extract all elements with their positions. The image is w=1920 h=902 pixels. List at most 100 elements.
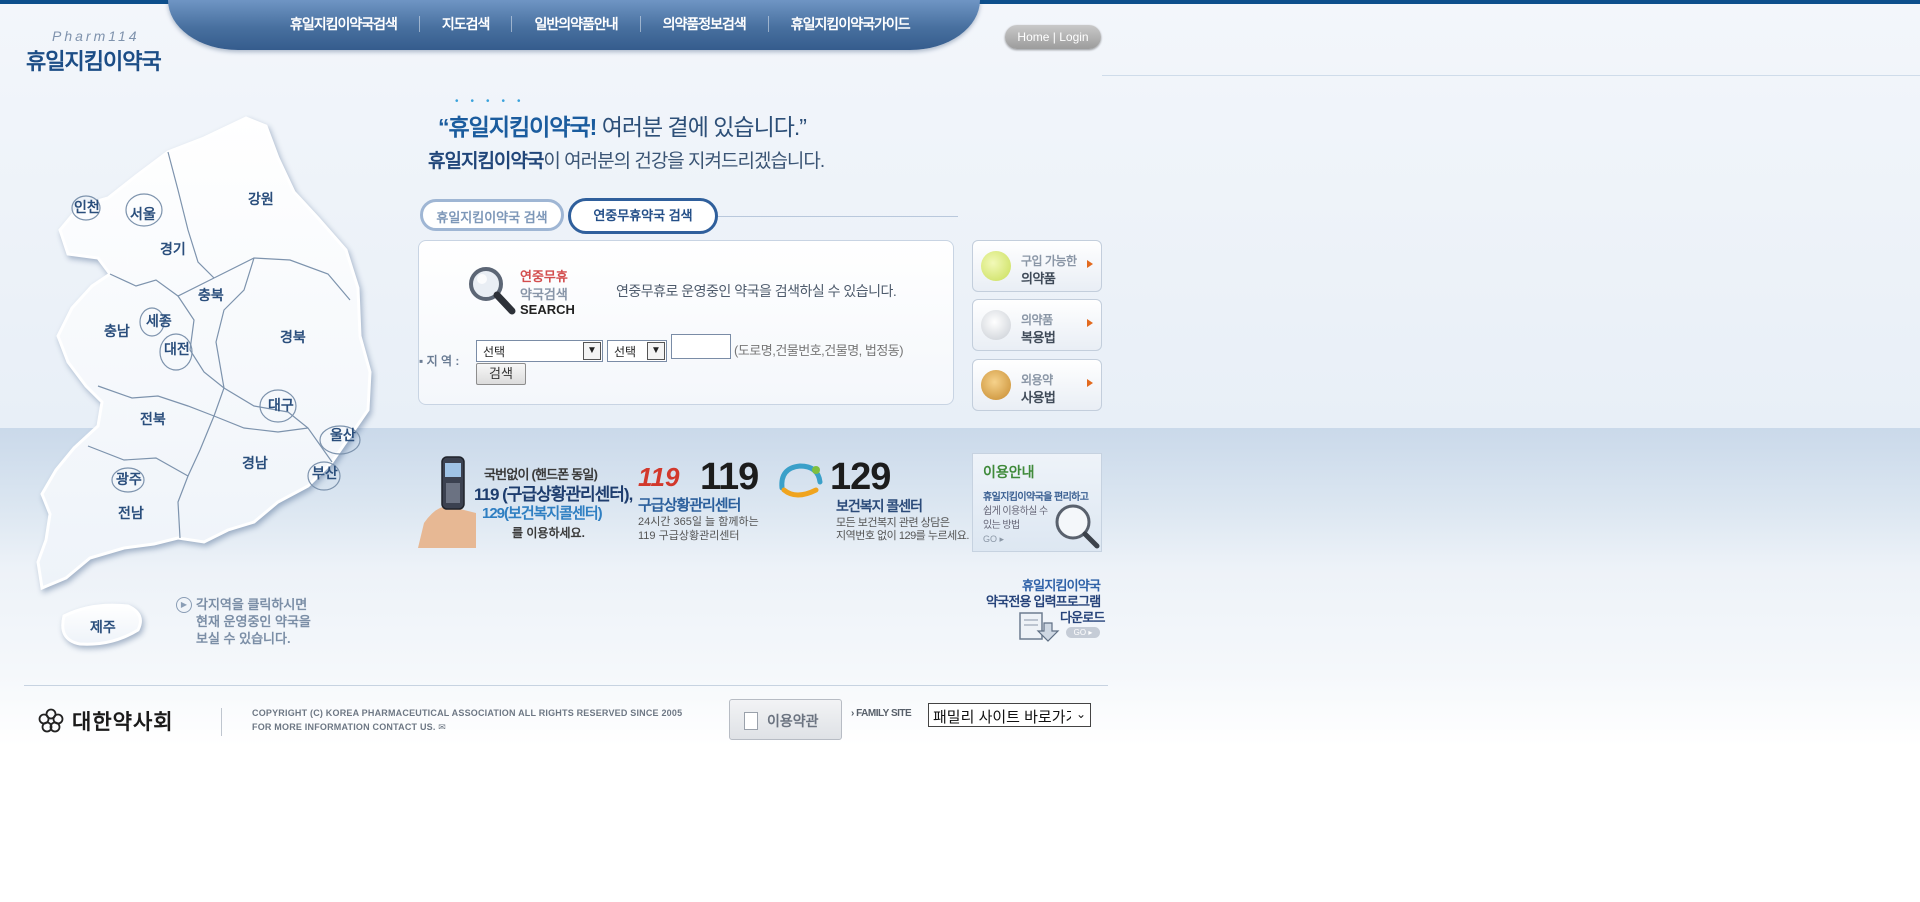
nav-item-drug-info-search[interactable]: 의약품정보검색: [641, 14, 768, 34]
headline-main: “휴일지킴이약국! 여러분 곁에 있습니다.”: [438, 108, 807, 142]
side-menu-line1: 의약품: [1021, 313, 1053, 327]
nav-item-map-search[interactable]: 지도검색: [420, 14, 512, 34]
usage-guide-line3: 있는 방법: [983, 520, 1020, 531]
welfare-129-sub2: 지역번호 없이 129를 누르세요.: [836, 530, 969, 542]
headline-sub-rest: 이 여러분의 건강을 지켜드리겠습니다.: [543, 151, 825, 172]
logo-129: [779, 463, 823, 498]
site-logo[interactable]: 휴일지킴이약국: [26, 44, 162, 76]
welfare-129-number[interactable]: 129: [830, 456, 891, 499]
header-divider: [1102, 75, 1920, 76]
headline-dots: •••••: [455, 96, 533, 107]
magnifier-icon: [1055, 504, 1100, 549]
tab-year-round-pharmacy-search[interactable]: 연중무휴약국 검색: [568, 198, 718, 234]
region-ulsan[interactable]: 울산: [330, 427, 356, 443]
region-seoul[interactable]: 서울: [130, 206, 156, 222]
region-busan[interactable]: 부산: [312, 465, 338, 481]
main-nav: 휴일지킴이약국검색 지도검색 일반의약품안내 의약품정보검색 휴일지킴이약국가이…: [168, 0, 980, 50]
region-gyeongnam[interactable]: 경남: [242, 455, 268, 471]
emergency-119-title: 구급상황관리센터: [638, 497, 741, 514]
region-gangwon[interactable]: 강원: [248, 191, 274, 207]
korea-region-map: 인천 서울 경기 강원 충북 충남 세종 대전 경북 대구 전북 울산 경남 부…: [36, 116, 372, 646]
headline-sub: 휴일지킴이약국이 여러분의 건강을 지켜드리겠습니다.: [428, 146, 825, 173]
side-menu-line1: 구입 가능한: [1021, 254, 1077, 268]
terms-button[interactable]: 이용약관: [729, 699, 842, 740]
family-site-label: › FAMILY SITE: [851, 708, 912, 719]
headline-brand: “휴일지킴이약국: [438, 114, 591, 140]
province-select-value: 선택: [483, 345, 506, 359]
external-medicine-guide-button[interactable]: 외용약 사용법: [972, 359, 1102, 411]
search-keyword-2: 약국검색: [520, 287, 568, 302]
tab-holiday-pharmacy-search[interactable]: 휴일지킴이약국 검색: [420, 199, 564, 231]
welfare-129-title: 보건복지 콜센터: [836, 498, 923, 514]
search-button[interactable]: 검색: [476, 363, 526, 385]
footer-divider: [24, 685, 1108, 686]
region-label: ▪ 지 역 :: [419, 354, 460, 368]
region-incheon[interactable]: 인천: [74, 199, 100, 215]
copyright-line1: COPYRIGHT (C) KOREA PHARMACEUTICAL ASSOC…: [252, 708, 683, 718]
usage-guide-title: 이용안내: [983, 464, 1035, 480]
kpa-name: 대한약사회: [72, 711, 174, 734]
chevron-down-icon: ⌄: [1075, 707, 1086, 721]
magnifier-icon: [469, 267, 516, 315]
map-hint-text: 각지역을 클릭하시면 현재 운영중인 약국을 보실 수 있습니다.: [196, 596, 336, 647]
ointment-icon: [981, 370, 1011, 400]
emergency-119-number[interactable]: 119: [700, 456, 759, 499]
mainland-outline: [36, 116, 372, 591]
tab-underline: [718, 216, 958, 217]
nav-item-otc-drug-info[interactable]: 일반의약품안내: [512, 14, 639, 34]
logo-119: 119: [638, 462, 680, 492]
address-search-input[interactable]: [671, 334, 731, 359]
headline-rest: 여러분 곁에 있습니다.”: [601, 114, 807, 140]
nav-item-pharmacy-guide[interactable]: 휴일지킴이약국가이드: [769, 14, 932, 34]
flower-icon: [38, 708, 64, 733]
chevron-down-icon: ▼: [583, 342, 601, 360]
logo-subtitle: Pharm114: [52, 28, 140, 44]
emergency-banner-line3: 129(보건복지콜센터): [482, 505, 603, 522]
arrow-right-icon: [1087, 319, 1093, 327]
mortar-icon: [981, 310, 1011, 340]
download-go-button[interactable]: GO ▸: [1066, 627, 1100, 638]
family-site-select-value: 패밀리 사이트 바로가기: [933, 709, 1071, 726]
side-menu-line2: 의약품: [1021, 271, 1056, 286]
nav-items: 휴일지킴이약국검색 지도검색 일반의약품안내 의약품정보검색 휴일지킴이약국가이…: [268, 14, 932, 34]
side-menu-line1: 외용약: [1021, 373, 1053, 387]
emergency-banner-line4: 를 이용하세요.: [512, 526, 585, 540]
download-line3: 다운로드: [1060, 610, 1105, 625]
region-gwangju[interactable]: 광주: [116, 471, 142, 487]
region-daejeon[interactable]: 대전: [164, 341, 190, 357]
usage-guide-go: GO ▸: [983, 534, 1005, 544]
region-chungnam[interactable]: 충남: [104, 323, 130, 339]
side-menu-line2: 복용법: [1021, 330, 1056, 345]
region-daegu[interactable]: 대구: [268, 397, 294, 413]
terms-label: 이용약관: [767, 713, 819, 729]
arrow-right-icon: [1087, 379, 1093, 387]
document-icon: [744, 712, 758, 730]
city-select[interactable]: 선택 ▼: [607, 340, 667, 362]
purchasable-drugs-button[interactable]: 구입 가능한 의약품: [972, 240, 1102, 292]
family-site-select[interactable]: 패밀리 사이트 바로가기 ⌄: [928, 703, 1091, 727]
headline-bang: !: [589, 114, 598, 140]
region-sejong[interactable]: 세종: [146, 313, 172, 329]
region-chungbuk[interactable]: 충북: [198, 287, 224, 303]
province-select[interactable]: 선택 ▼: [476, 340, 603, 362]
region-jeonnam[interactable]: 전남: [118, 505, 144, 521]
dosage-guide-button[interactable]: 의약품 복용법: [972, 299, 1102, 351]
address-input-hint: (도로명,건물번호,건물명, 법정동): [734, 343, 904, 358]
region-gyeonggi[interactable]: 경기: [160, 241, 186, 257]
side-menu-line2: 사용법: [1021, 390, 1056, 405]
arrow-right-icon: [1087, 260, 1093, 268]
copyright-line2[interactable]: FOR MORE INFORMATION CONTACT US. ✉: [252, 722, 446, 733]
region-gyeongbuk[interactable]: 경북: [280, 329, 306, 345]
emergency-119-sub2: 119 구급상황관리센터: [638, 530, 740, 542]
kpa-logo[interactable]: 대한약사회: [38, 706, 174, 736]
search-keyword-3: SEARCH: [520, 302, 575, 317]
map-hint-line: 보실 수 있습니다.: [196, 631, 291, 646]
chevron-down-icon: ▼: [647, 342, 665, 360]
background-blank: [0, 746, 1920, 902]
region-jeonbuk[interactable]: 전북: [140, 411, 166, 427]
usage-guide-banner[interactable]: 이용안내 휴일지킴이약국을 편리하고 쉽게 이용하실 수 있는 방법 GO ▸: [972, 453, 1102, 552]
home-login-button[interactable]: Home | Login: [1005, 25, 1101, 49]
region-jeju[interactable]: 제주: [90, 619, 116, 635]
phone-hand-icon: [418, 456, 476, 548]
nav-item-holiday-pharmacy-search[interactable]: 휴일지킴이약국검색: [268, 14, 419, 34]
